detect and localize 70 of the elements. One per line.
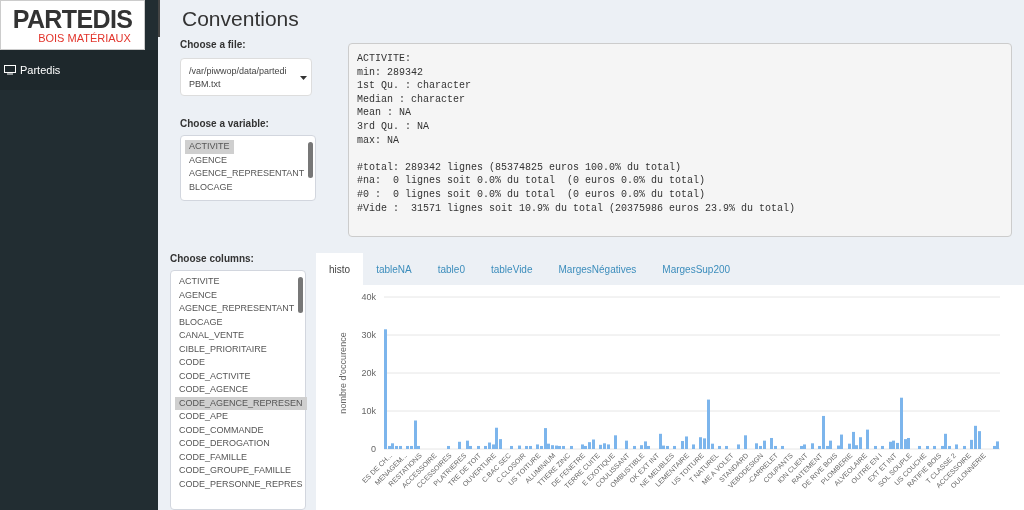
logo-brand: PARTEDIS	[12, 6, 133, 32]
list-box[interactable]: ACTIVITE AGENCE AGENCE_REPRESENTANT BLOCAGE	[180, 135, 316, 201]
list-option[interactable]: CODE_GROUPE_FAMILLE	[175, 464, 296, 478]
list-option[interactable]: BLOCAGE	[185, 180, 237, 194]
histogram-bar	[633, 445, 636, 449]
sidebar-item[interactable]: Partedis	[0, 61, 65, 79]
summary-totals: #total: 289342 lignes (85374825 euros 100.0% du total) #na: 0 lignes soit 0.0% du total (0 euros 0.0% du total) #0 : 0 lignes soit 0.0% du total (0 euros 0.0% du total) #Vide : 31571 lignes soit 10.9% du total (20375986 euros 23.9% du total)	[357, 160, 797, 216]
histogram-bar	[874, 445, 877, 449]
histogram-bar	[781, 445, 784, 449]
y-tick-label: 30k	[361, 330, 376, 340]
histogram-bar	[718, 445, 721, 449]
list-option[interactable]: AGENCE_REPRESENTANT	[175, 302, 299, 316]
file-path-text: PBM.txt	[189, 78, 222, 91]
histogram-bar	[744, 435, 747, 449]
y-tick-label: 10k	[361, 406, 376, 416]
file-select[interactable]: /var/piwwop/data/partedi PBM.txt	[180, 58, 312, 96]
list-option[interactable]: CODE_AGENCE	[175, 383, 253, 397]
field-label: Choose a variable:	[180, 117, 270, 131]
field-label: Choose columns:	[170, 252, 255, 266]
histogram-bar	[477, 445, 480, 449]
list-box[interactable]	[170, 270, 306, 510]
summary-stats: ACTIVITE: min: 289342 1st Qu. : character Median : character Mean : NA 3rd Qu. : NA max: NA	[357, 52, 473, 148]
histogram-bar	[811, 443, 814, 449]
histogram-bar	[510, 445, 513, 449]
histogram-bar	[866, 429, 869, 449]
list-option[interactable]: CODE_ACTIVITE	[175, 369, 255, 383]
histogram-bar	[570, 445, 573, 449]
field-label: Choose a file:	[180, 38, 247, 52]
list-option[interactable]: CODE_APE	[175, 410, 233, 424]
histogram-bar	[447, 445, 450, 449]
histogram-bar	[918, 445, 921, 449]
list-option[interactable]: AGENCE	[175, 288, 221, 302]
y-tick-label: 20k	[361, 368, 376, 378]
list-option[interactable]: CODE	[175, 356, 209, 370]
histogram-bar	[518, 445, 521, 449]
logo-tagline: BOIS MATÉRIAUX	[37, 32, 131, 44]
histogram-bar	[725, 445, 728, 449]
histogram-bar	[933, 445, 936, 449]
scrollbar-thumb[interactable]	[308, 142, 313, 178]
histogram-bar	[926, 445, 929, 449]
histogram-bar	[458, 441, 461, 449]
list-option[interactable]: ACTIVITE	[175, 275, 224, 289]
histogram-bar	[692, 444, 695, 449]
caret-icon	[300, 76, 307, 80]
list-option[interactable]: CODE_COMMANDE	[175, 423, 268, 437]
page-title: Conventions	[182, 5, 299, 32]
y-tick-label: 40k	[361, 292, 376, 302]
histogram-bar	[673, 445, 676, 449]
histogram-bar	[963, 445, 966, 449]
tab[interactable]: histo	[316, 253, 364, 285]
list-option[interactable]: ACTIVITE	[185, 140, 234, 154]
monitor-icon	[4, 65, 16, 75]
list-option[interactable]: CODE_DEROGATION	[175, 437, 274, 451]
list-option[interactable]: CIBLE_PRIORITAIRE	[175, 342, 271, 356]
list-option[interactable]: CODE_PERSONNE_REPRES	[175, 477, 307, 491]
list-option[interactable]: BLOCAGE	[175, 315, 227, 329]
histogram-bar	[737, 444, 740, 449]
list-option[interactable]: AGENCE_REPRESENTANT	[185, 167, 309, 181]
y-tick-label: 0	[371, 444, 376, 454]
file-path-text: /var/piwwop/data/partedi	[189, 65, 288, 78]
scrollbar-thumb[interactable]	[298, 277, 303, 313]
list-option[interactable]: AGENCE	[185, 153, 231, 167]
list-option[interactable]: CODE_FAMILLE	[175, 450, 252, 464]
list-option[interactable]: CANAL_VENTE	[175, 329, 249, 343]
histogram-bar	[955, 444, 958, 449]
histogram-bar	[625, 440, 628, 449]
list-option[interactable]: CODE_AGENCE_REPRESEN	[175, 396, 307, 410]
y-axis-title: nombre d'occurence	[338, 332, 348, 414]
histogram-bar	[614, 435, 617, 449]
histogram-bar	[881, 445, 884, 449]
